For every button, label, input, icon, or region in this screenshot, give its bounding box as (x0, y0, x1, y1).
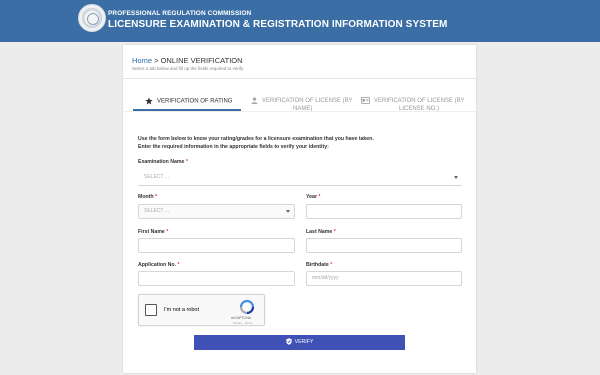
header-title-system: LICENSURE EXAMINATION & REGISTRATION INF… (108, 19, 448, 30)
year-label-text: Year (306, 194, 317, 200)
exam-name-label-text: Examination Name (138, 159, 185, 165)
app-header: PROFESSIONAL REGULATION COMMISSION LICEN… (0, 0, 600, 42)
last-name-label-text: Last Name (306, 229, 333, 235)
recaptcha-checkbox[interactable] (145, 304, 157, 316)
required-asterisk: * (185, 159, 188, 165)
star-icon (145, 97, 153, 105)
birthdate-input[interactable]: mm/dd/yyyy (306, 271, 462, 286)
month-select-value: SELECT .... (144, 208, 171, 214)
instructions-line-1: Use the form below to know your rating/g… (138, 136, 374, 142)
first-name-input[interactable] (138, 238, 295, 253)
required-asterisk: * (166, 229, 169, 235)
year-label: Year * (306, 194, 320, 200)
tab-label: VERIFICATION OF RATING (157, 98, 233, 105)
recaptcha-widget: I'm not a robot reCAPTCHA Privacy - Term… (138, 294, 265, 326)
header-title-agency: PROFESSIONAL REGULATION COMMISSION (108, 10, 252, 17)
verify-button-label: VERIFY (294, 339, 314, 345)
shield-check-icon (286, 338, 292, 345)
instructions-line-2: Enter the required information in the ap… (138, 144, 329, 150)
application-no-input[interactable] (138, 271, 295, 286)
last-name-label: Last Name * (306, 229, 336, 235)
month-select[interactable]: SELECT .... (138, 204, 295, 219)
verification-card: Home > ONLINE VERIFICATION Select a tab … (123, 45, 476, 373)
recaptcha-label: I'm not a robot (164, 307, 199, 313)
header-divider (123, 78, 476, 79)
required-asterisk: * (318, 194, 321, 200)
person-icon (251, 97, 258, 104)
required-asterisk: * (333, 229, 336, 235)
tabs-divider (123, 111, 476, 112)
required-asterisk: * (155, 194, 158, 200)
first-name-label: First Name * (138, 229, 168, 235)
exam-name-select-value: SELECT .... (144, 174, 171, 180)
birthdate-label-text: Birthdate (306, 262, 329, 268)
tab-label-line1: VERIFICATION OF LICENSE (BY (374, 98, 465, 105)
recaptcha-logo-icon (239, 299, 255, 315)
month-label: Month * (138, 194, 157, 200)
tab-verification-of-rating[interactable]: VERIFICATION OF RATING (145, 97, 232, 106)
chevron-down-icon (454, 176, 458, 179)
year-input[interactable] (306, 204, 462, 219)
id-card-icon (361, 97, 370, 104)
prc-seal-icon (78, 4, 106, 32)
recaptcha-terms-link[interactable]: Privacy - Terms (233, 321, 252, 325)
breadcrumb-home-link[interactable]: Home (132, 56, 152, 65)
last-name-input[interactable] (306, 238, 462, 253)
exam-name-label: Examination Name * (138, 159, 188, 165)
birthdate-placeholder: mm/dd/yyyy (312, 275, 339, 281)
breadcrumb-separator: > (154, 56, 159, 65)
breadcrumb: Home > ONLINE VERIFICATION (132, 56, 243, 65)
application-no-label: Application No. * (138, 262, 180, 268)
breadcrumb-current: ONLINE VERIFICATION (160, 56, 243, 65)
application-no-label-text: Application No. (138, 262, 177, 268)
first-name-label-text: First Name (138, 229, 165, 235)
required-asterisk: * (330, 262, 333, 268)
required-asterisk: * (177, 262, 180, 268)
exam-name-select[interactable]: SELECT .... (138, 171, 462, 186)
birthdate-label: Birthdate * (306, 262, 332, 268)
tab-label-line1: VERIFICATION OF LICENSE (BY (262, 98, 353, 105)
recaptcha-brand: reCAPTCHA (231, 316, 251, 320)
chevron-down-icon (286, 210, 290, 213)
verify-button[interactable]: VERIFY (194, 335, 405, 350)
month-label-text: Month (138, 194, 154, 200)
breadcrumb-subtitle: Select a tab below and fill up the field… (132, 66, 244, 71)
form-instructions: Use the form below to know your rating/g… (138, 135, 374, 151)
